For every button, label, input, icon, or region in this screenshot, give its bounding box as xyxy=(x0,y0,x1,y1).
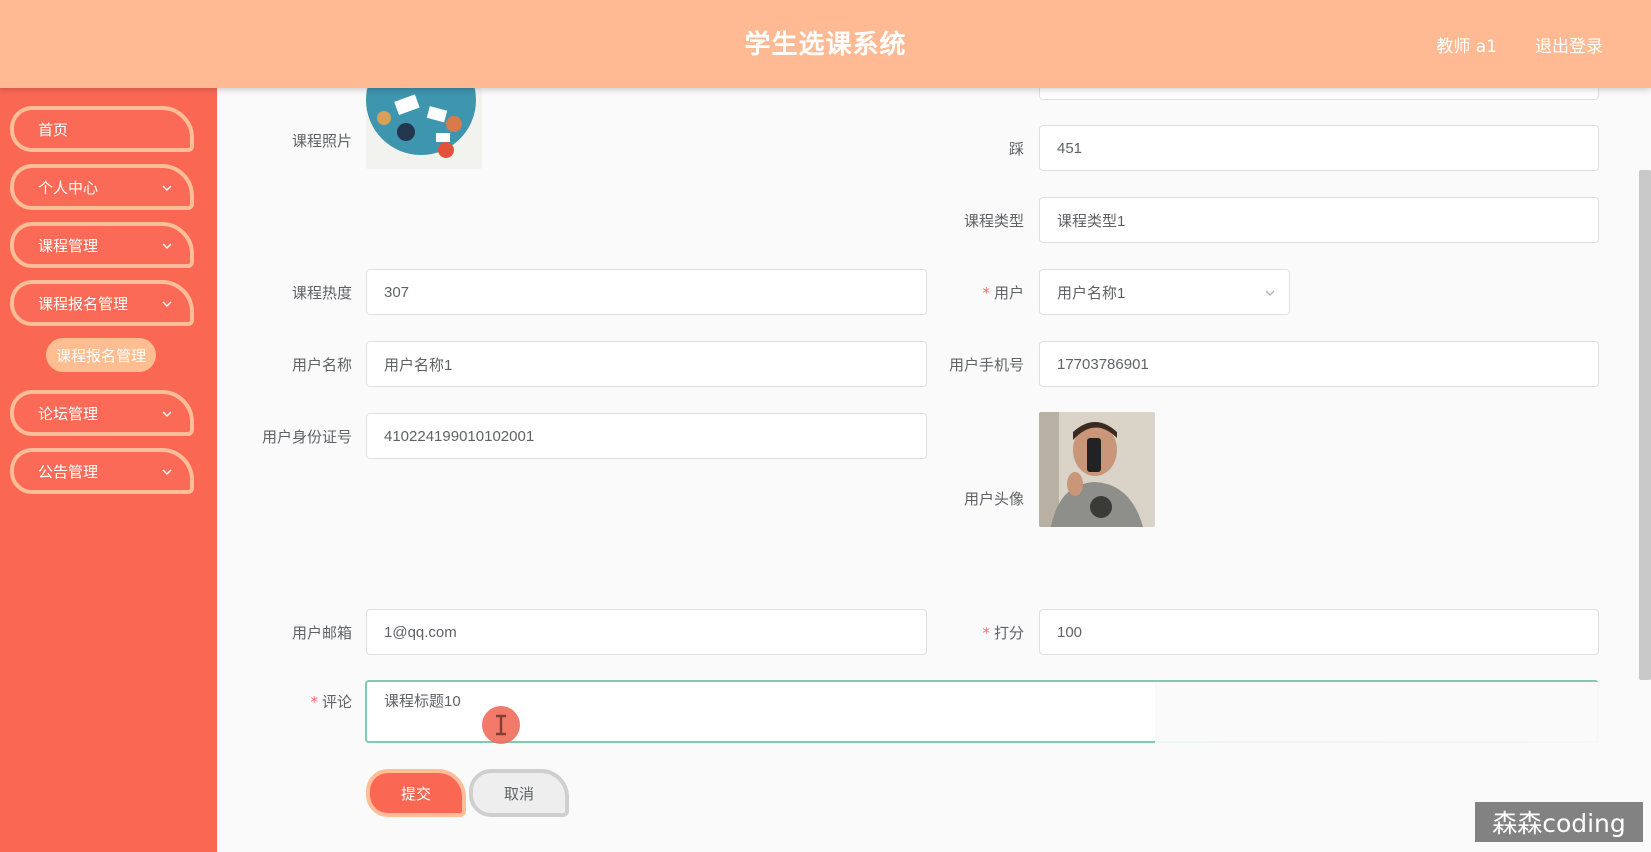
phone-input[interactable]: 17703786901 xyxy=(1039,341,1599,387)
username-input[interactable]: 用户名称1 xyxy=(366,341,927,387)
app-title: 学生选课系统 xyxy=(744,30,907,60)
cai-label: 踩 xyxy=(1008,140,1024,158)
chevron-down-icon xyxy=(1265,290,1275,296)
idcard-label: 用户身份证号 xyxy=(261,428,352,446)
chevron-down-icon xyxy=(162,185,172,191)
score-label: * 打分 xyxy=(960,622,1024,643)
sidebar-subitem-enrollment-management[interactable]: 课程报名管理 xyxy=(46,338,156,372)
idcard-input[interactable]: 410224199010102001 xyxy=(366,413,927,459)
sidebar-item-notice-management[interactable]: 公告管理 xyxy=(10,448,194,494)
score-input[interactable]: 100 xyxy=(1039,609,1599,655)
avatar-label: 用户头像 xyxy=(963,490,1024,508)
sidebar-item-label: 课程管理 xyxy=(38,236,99,255)
sidebar-item-label: 公告管理 xyxy=(38,462,99,481)
sidebar-item-label: 个人中心 xyxy=(38,178,99,197)
submit-button[interactable]: 提交 xyxy=(366,769,466,817)
cai-input[interactable]: 451 xyxy=(1039,125,1599,171)
user-select[interactable]: 用户名称1 xyxy=(1039,269,1290,315)
user-avatar-image xyxy=(1039,412,1155,527)
course-type-label: 课程类型 xyxy=(963,212,1024,230)
overlay-fade xyxy=(1155,682,1603,750)
sidebar-item-enrollment-management[interactable]: 课程报名管理 xyxy=(10,280,194,326)
sidebar-item-label: 首页 xyxy=(38,120,69,139)
sidebar-item-label: 课程报名管理 xyxy=(38,294,129,313)
scrollbar[interactable] xyxy=(1639,170,1651,680)
text-cursor-icon xyxy=(482,706,520,744)
sidebar-item-personal-center[interactable]: 个人中心 xyxy=(10,164,194,210)
comment-label-text: 评论 xyxy=(321,693,352,711)
user-select-label: * 用户 xyxy=(960,282,1024,303)
required-mark: * xyxy=(982,284,990,302)
user-avatar[interactable] xyxy=(1039,412,1155,527)
email-input[interactable]: 1@qq.com xyxy=(366,609,927,655)
current-user: 教师 a1 xyxy=(1436,37,1497,57)
watermark: 森森coding xyxy=(1475,802,1643,842)
sidebar-item-home[interactable]: 首页 xyxy=(10,106,194,152)
chevron-up-icon xyxy=(162,301,172,307)
email-label: 用户邮箱 xyxy=(291,624,352,642)
phone-label: 用户手机号 xyxy=(948,356,1024,374)
logout-link[interactable]: 退出登录 xyxy=(1535,32,1603,57)
sidebar-item-label: 论坛管理 xyxy=(38,404,99,423)
comment-label: * 评论 xyxy=(290,691,352,712)
course-photo-label: 课程照片 xyxy=(291,132,352,150)
chevron-down-icon xyxy=(162,411,172,417)
course-photo[interactable] xyxy=(366,88,482,169)
sidebar-item-forum-management[interactable]: 论坛管理 xyxy=(10,390,194,436)
course-heat-input[interactable]: 307 xyxy=(366,269,927,315)
score-label-text: 打分 xyxy=(993,624,1024,642)
course-type-input[interactable]: 课程类型1 xyxy=(1039,197,1599,243)
sidebar-item-course-management[interactable]: 课程管理 xyxy=(10,222,194,268)
username-label: 用户名称 xyxy=(291,356,352,374)
user-select-label-text: 用户 xyxy=(993,284,1024,302)
chevron-down-icon xyxy=(162,243,172,249)
sidebar: 首页 个人中心 课程管理 课程报名管理 课程报名管理 论坛管理 公告管理 xyxy=(0,88,217,852)
required-mark: * xyxy=(310,693,318,711)
cancel-button[interactable]: 取消 xyxy=(469,769,569,817)
required-mark: * xyxy=(982,624,990,642)
course-photo-image xyxy=(366,88,482,169)
course-heat-label: 课程热度 xyxy=(291,284,352,302)
chevron-down-icon xyxy=(162,469,172,475)
user-select-value: 用户名称1 xyxy=(1057,284,1126,302)
top-header: 学生选课系统 教师 a1 退出登录 xyxy=(0,0,1651,88)
